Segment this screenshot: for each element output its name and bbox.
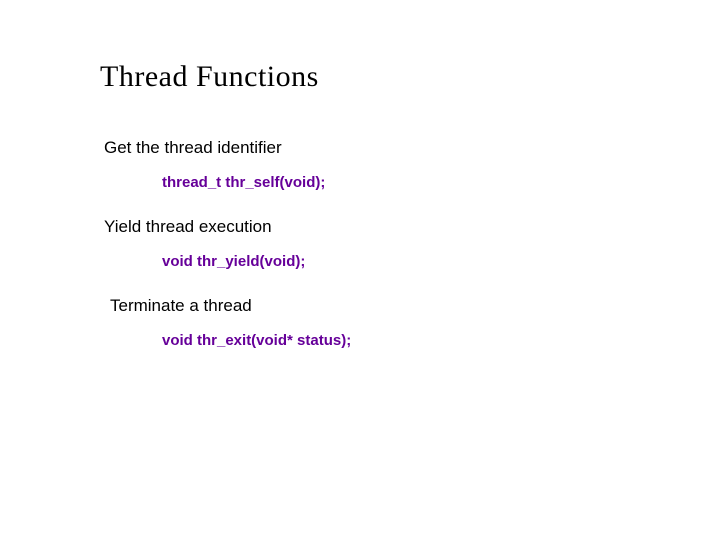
section-code: thread_t thr_self(void);: [162, 174, 720, 191]
slide: Thread Functions Get the thread identifi…: [0, 0, 720, 540]
section-desc: Yield thread execution: [104, 217, 720, 237]
section-code: void thr_exit(void* status);: [162, 332, 720, 349]
section-desc: Get the thread identifier: [104, 138, 720, 158]
slide-title: Thread Functions: [100, 60, 720, 94]
section-code: void thr_yield(void);: [162, 253, 720, 270]
section-desc: Terminate a thread: [110, 296, 720, 316]
